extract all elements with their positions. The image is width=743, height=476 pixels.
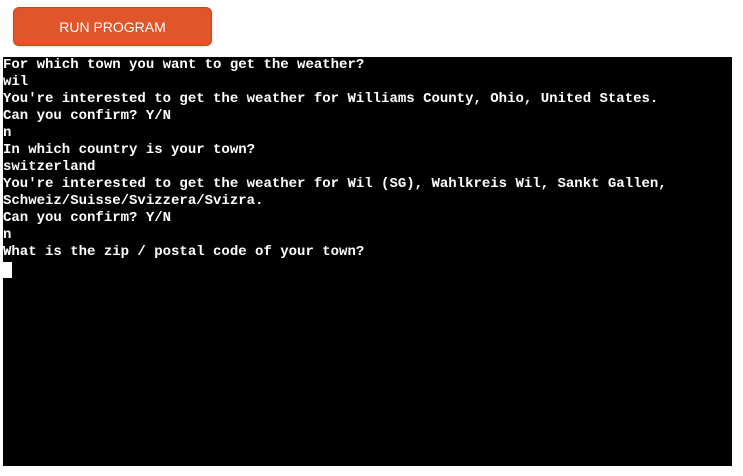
page: RUN PROGRAM For which town you want to g… bbox=[0, 0, 743, 476]
terminal-line: switzerland bbox=[3, 159, 96, 175]
terminal[interactable]: For which town you want to get the weath… bbox=[3, 57, 732, 466]
terminal-output: For which town you want to get the weath… bbox=[3, 57, 732, 278]
terminal-line: You're interested to get the weather for… bbox=[3, 176, 667, 192]
terminal-line: In which country is your town? bbox=[3, 142, 256, 158]
terminal-line: For which town you want to get the weath… bbox=[3, 57, 365, 73]
terminal-line: n bbox=[3, 227, 12, 243]
terminal-line: You're interested to get the weather for… bbox=[3, 91, 659, 107]
terminal-line: Can you confirm? Y/N bbox=[3, 210, 172, 226]
terminal-line: Can you confirm? Y/N bbox=[3, 108, 172, 124]
run-program-button[interactable]: RUN PROGRAM bbox=[13, 7, 212, 46]
terminal-line: What is the zip / postal code of your to… bbox=[3, 244, 365, 260]
terminal-line: Schweiz/Suisse/Svizzera/Svizra. bbox=[3, 193, 264, 209]
terminal-cursor bbox=[3, 262, 12, 278]
terminal-line: wil bbox=[3, 74, 29, 90]
terminal-line: n bbox=[3, 125, 12, 141]
